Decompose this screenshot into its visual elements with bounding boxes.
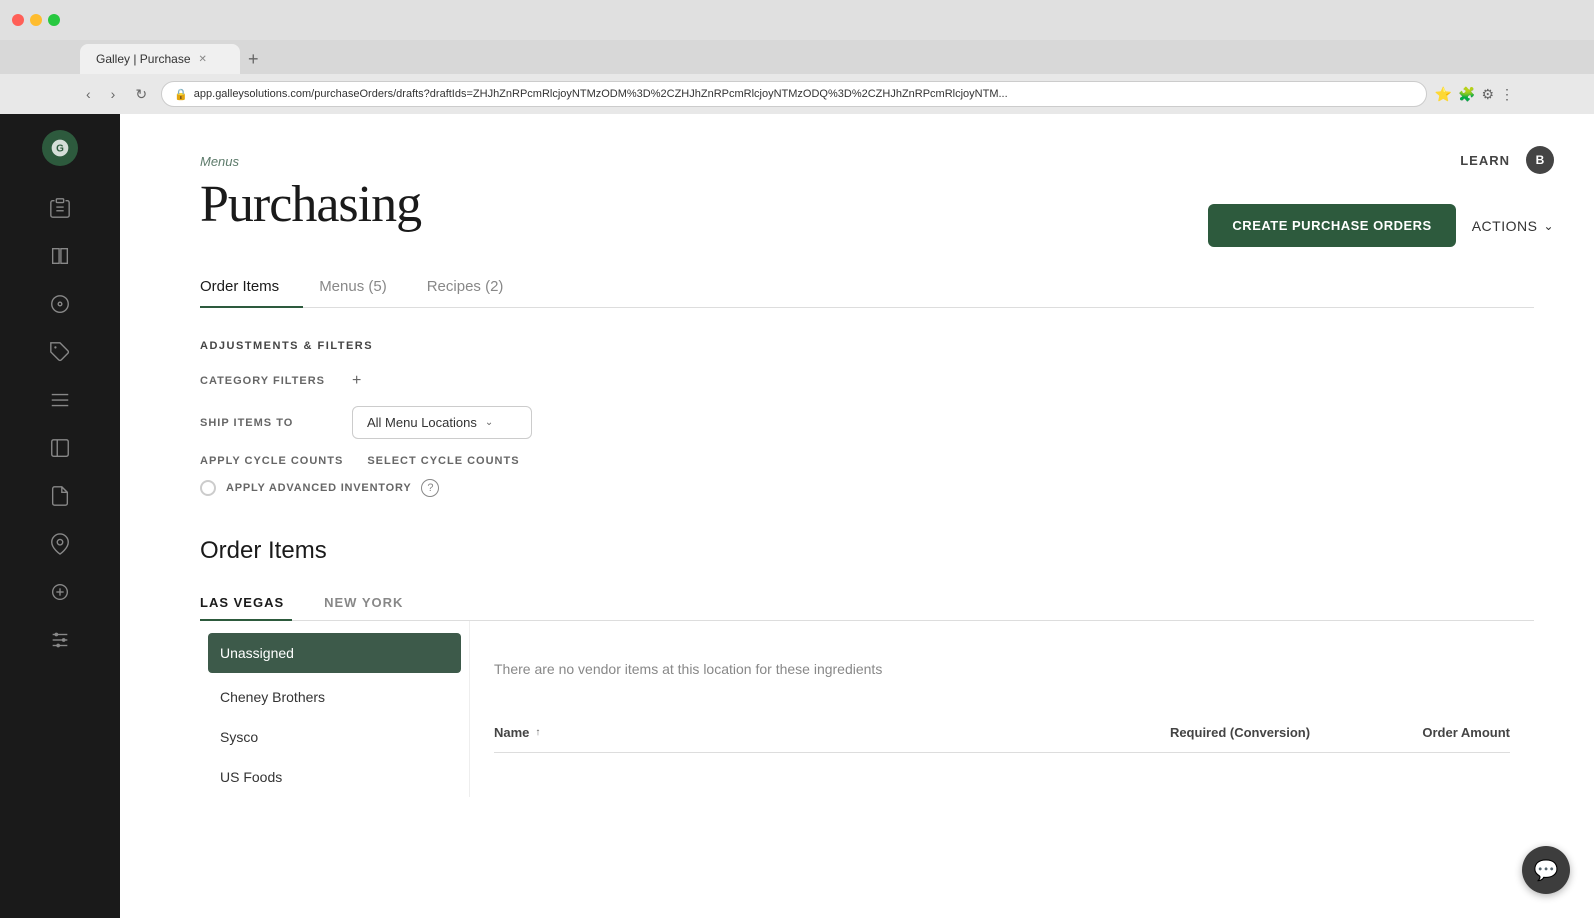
menu-icon[interactable]: ⋮ bbox=[1500, 86, 1514, 103]
filters-title: ADJUSTMENTS & FILTERS bbox=[200, 340, 1534, 352]
tab-las-vegas[interactable]: LAS VEGAS bbox=[200, 585, 308, 620]
sidebar-item-list[interactable] bbox=[38, 378, 82, 422]
apply-advanced-inventory-radio[interactable] bbox=[200, 480, 216, 496]
vendor-item-us-foods[interactable]: US Foods bbox=[200, 757, 469, 797]
tab-recipes[interactable]: Recipes (2) bbox=[427, 266, 528, 307]
breadcrumb[interactable]: Menus bbox=[200, 154, 1534, 169]
minimize-window-button[interactable] bbox=[30, 14, 42, 26]
new-tab-button[interactable]: + bbox=[240, 44, 267, 74]
browser-tab[interactable]: Galley | Purchase ✕ bbox=[80, 44, 240, 74]
ship-items-to-label: SHIP ITEMS TO bbox=[200, 417, 340, 429]
column-header-name: Name ↑ bbox=[494, 725, 1130, 740]
user-avatar[interactable]: B bbox=[1526, 146, 1554, 174]
tab-new-york[interactable]: NEW YORK bbox=[324, 585, 427, 620]
order-content: There are no vendor items at this locati… bbox=[470, 621, 1534, 797]
tab-close-button[interactable]: ✕ bbox=[199, 54, 207, 65]
category-filters-row: CATEGORY FILTERS + bbox=[200, 372, 1534, 390]
main-content: LEARN B Menus Purchasing CREATE PURCHASE… bbox=[120, 114, 1594, 918]
location-tabs: LAS VEGAS NEW YORK bbox=[200, 585, 1534, 621]
settings-icon[interactable]: ⚙ bbox=[1481, 86, 1494, 103]
cycle-counts-row: APPLY CYCLE COUNTS SELECT CYCLE COUNTS bbox=[200, 455, 1534, 467]
sidebar-item-report[interactable] bbox=[38, 474, 82, 518]
no-vendor-message: There are no vendor items at this locati… bbox=[494, 641, 1510, 697]
sidebar-item-book[interactable] bbox=[38, 234, 82, 278]
actions-dropdown-button[interactable]: ACTIONS ⌄ bbox=[1472, 218, 1554, 234]
ship-items-value: All Menu Locations bbox=[367, 415, 477, 430]
add-category-filter-button[interactable]: + bbox=[352, 372, 361, 390]
chevron-down-icon: ⌄ bbox=[1543, 219, 1554, 233]
apply-cycle-counts-label[interactable]: APPLY CYCLE COUNTS bbox=[200, 455, 343, 467]
ship-items-to-dropdown[interactable]: All Menu Locations ⌄ bbox=[352, 406, 532, 439]
order-items-section: Order Items LAS VEGAS NEW YORK Unassigne… bbox=[200, 537, 1534, 797]
back-button[interactable]: ‹ bbox=[80, 84, 97, 104]
apply-advanced-inventory-label: APPLY ADVANCED INVENTORY bbox=[226, 482, 411, 494]
refresh-button[interactable]: ↻ bbox=[129, 84, 153, 105]
traffic-lights bbox=[12, 14, 60, 26]
column-header-order-amount: Order Amount bbox=[1350, 725, 1510, 740]
vendor-item-unassigned[interactable]: Unassigned bbox=[208, 633, 461, 673]
sidebar-item-notebook[interactable] bbox=[38, 426, 82, 470]
app-logo[interactable]: G bbox=[42, 130, 78, 166]
chat-widget-button[interactable]: 💬 bbox=[1522, 846, 1570, 894]
extension-icon[interactable]: 🧩 bbox=[1458, 86, 1475, 103]
ship-items-row: SHIP ITEMS TO All Menu Locations ⌄ bbox=[200, 406, 1534, 439]
svg-text:G: G bbox=[56, 143, 64, 154]
vendor-list: Unassigned Cheney Brothers Sysco US Food… bbox=[200, 621, 470, 797]
forward-button[interactable]: › bbox=[105, 84, 122, 104]
sort-name-icon[interactable]: ↑ bbox=[535, 727, 540, 738]
order-items-title: Order Items bbox=[200, 537, 1534, 565]
vendor-item-cheney-brothers[interactable]: Cheney Brothers bbox=[200, 677, 469, 717]
page-actions: CREATE PURCHASE ORDERS ACTIONS ⌄ bbox=[1208, 204, 1554, 247]
tab-order-items[interactable]: Order Items bbox=[200, 266, 303, 307]
advanced-inventory-row: APPLY ADVANCED INVENTORY ? bbox=[200, 479, 1534, 497]
category-filters-label: CATEGORY FILTERS bbox=[200, 375, 340, 387]
address-bar-input[interactable]: 🔒 app.galleysolutions.com/purchaseOrders… bbox=[161, 81, 1426, 107]
learn-button[interactable]: LEARN bbox=[1460, 153, 1510, 168]
sidebar: G bbox=[0, 114, 120, 918]
chevron-down-icon: ⌄ bbox=[485, 417, 493, 428]
advanced-inventory-help-icon[interactable]: ? bbox=[421, 479, 439, 497]
header-actions: LEARN B bbox=[1460, 146, 1554, 174]
main-tabs: Order Items Menus (5) Recipes (2) bbox=[200, 266, 1534, 308]
order-table-header: Name ↑ Required (Conversion) Order Amoun… bbox=[494, 713, 1510, 753]
chat-icon: 💬 bbox=[1534, 858, 1559, 883]
sidebar-item-clipboard[interactable] bbox=[38, 186, 82, 230]
create-purchase-orders-button[interactable]: CREATE PURCHASE ORDERS bbox=[1208, 204, 1455, 247]
sidebar-item-sliders[interactable] bbox=[38, 618, 82, 662]
browser-toolbar: ⭐ 🧩 ⚙ ⋮ bbox=[1435, 86, 1514, 103]
sidebar-item-tag[interactable] bbox=[38, 330, 82, 374]
sidebar-item-camera[interactable] bbox=[38, 570, 82, 614]
sidebar-item-location[interactable] bbox=[38, 522, 82, 566]
address-text: app.galleysolutions.com/purchaseOrders/d… bbox=[194, 88, 1414, 100]
order-body: Unassigned Cheney Brothers Sysco US Food… bbox=[200, 621, 1534, 797]
maximize-window-button[interactable] bbox=[48, 14, 60, 26]
sidebar-item-compass[interactable] bbox=[38, 282, 82, 326]
tab-title: Galley | Purchase bbox=[96, 52, 191, 66]
vendor-item-sysco[interactable]: Sysco bbox=[200, 717, 469, 757]
close-window-button[interactable] bbox=[12, 14, 24, 26]
column-header-required: Required (Conversion) bbox=[1130, 725, 1350, 740]
tab-menus[interactable]: Menus (5) bbox=[319, 266, 411, 307]
filters-section: ADJUSTMENTS & FILTERS CATEGORY FILTERS +… bbox=[200, 340, 1534, 497]
select-cycle-counts-label[interactable]: SELECT CYCLE COUNTS bbox=[367, 455, 519, 467]
bookmark-icon[interactable]: ⭐ bbox=[1435, 86, 1452, 103]
